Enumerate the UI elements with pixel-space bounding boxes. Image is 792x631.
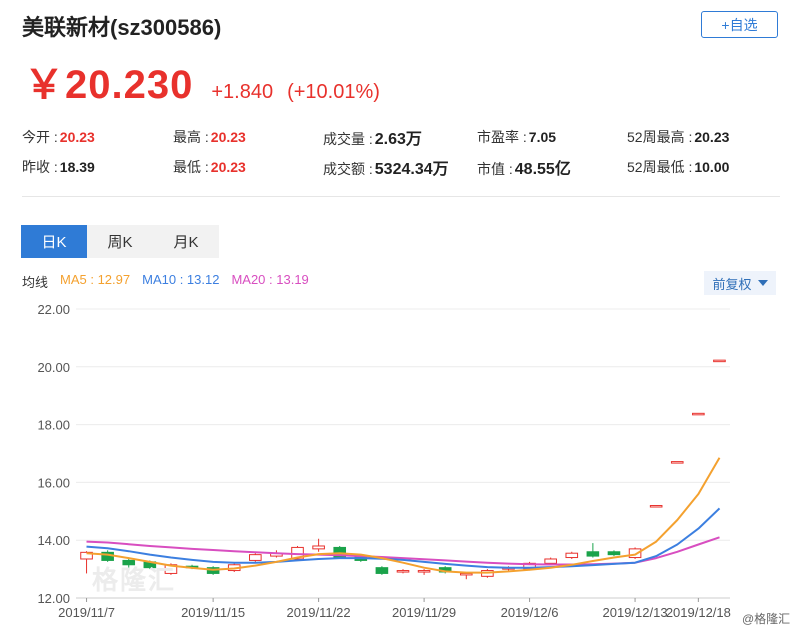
candle-body	[713, 359, 726, 363]
x-tick-label: 2019/12/18	[666, 605, 731, 620]
y-tick-label: 12.00	[37, 591, 70, 606]
watermark: 格隆汇	[92, 565, 177, 595]
candle-body	[544, 558, 557, 564]
x-tick-label: 2019/12/6	[501, 605, 559, 620]
candle-body	[649, 505, 663, 508]
x-tick-label: 2019/11/29	[392, 605, 456, 620]
candle-body	[586, 551, 600, 557]
x-tick-label: 2019/11/7	[58, 605, 115, 620]
y-tick-label: 16.00	[37, 475, 70, 490]
ma5-line	[86, 457, 721, 574]
y-tick-label: 22.00	[37, 302, 70, 317]
candle-body	[417, 570, 431, 573]
candle-body	[249, 554, 262, 561]
candle-body	[607, 551, 621, 556]
candle-body	[670, 461, 684, 464]
candle-body	[312, 545, 325, 550]
y-tick-label: 14.00	[37, 533, 70, 548]
candle-body	[692, 412, 705, 416]
x-tick-label: 2019/11/22	[287, 605, 351, 620]
candle-body	[375, 567, 389, 574]
x-tick-label: 2019/12/13	[603, 605, 668, 620]
y-tick-label: 18.00	[37, 418, 70, 433]
kline-chart: 22.00 20.00 18.00 16.00 14.00 12.002019/11/7 2…	[37, 302, 731, 620]
candle-body	[396, 570, 410, 573]
candle-body	[565, 552, 579, 559]
brand-label: @格隆汇	[742, 612, 791, 626]
x-tick-label: 2019/11/15	[181, 605, 245, 620]
y-tick-label: 20.00	[37, 360, 70, 375]
candle-body	[459, 572, 473, 576]
